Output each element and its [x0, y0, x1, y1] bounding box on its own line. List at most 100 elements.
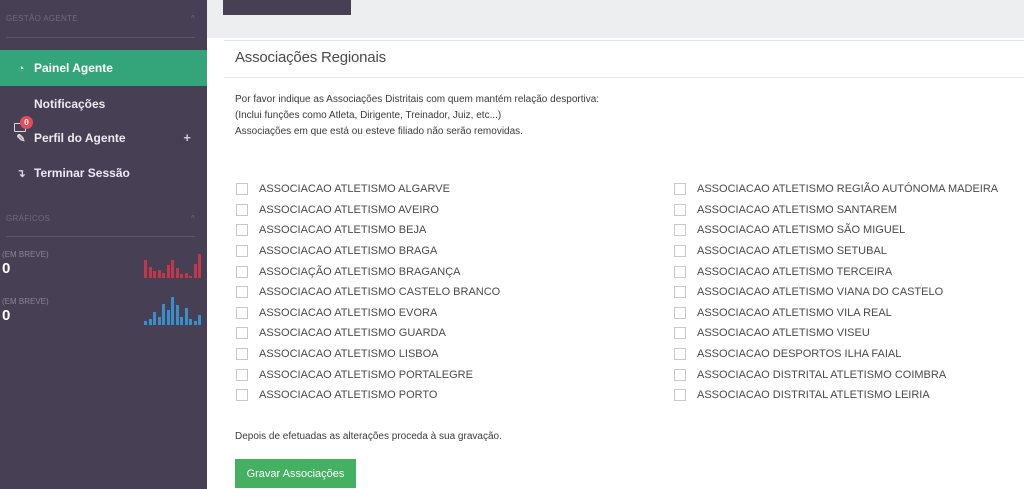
association-label[interactable]: ASSOCIACAO ATLETISMO GUARDA [259, 327, 446, 339]
association-option[interactable]: ASSOCIACAO ATLETISMO ALGARVE [236, 179, 500, 200]
association-label[interactable]: ASSOCIACAO ATLETISMO TERCEIRA [697, 266, 892, 278]
sparkline-bar [166, 310, 170, 325]
association-label[interactable]: ASSOCIACAO ATLETISMO VIANA DO CASTELO [697, 286, 943, 298]
sidebar-item-terminar-sessao[interactable]: ↴ Terminar Sessão [0, 155, 207, 191]
association-option[interactable]: ASSOCIACAO ATLETISMO BRAGA [236, 241, 500, 262]
sidebar-item-perfil-agente[interactable]: ✎ Perfil do Agente + [0, 120, 207, 156]
association-option[interactable]: ASSOCIACAO ATLETISMO BEJA [236, 220, 500, 241]
stat-label: (EM BREVE) [2, 250, 49, 259]
sparkline-blue [144, 297, 201, 325]
association-option[interactable]: ASSOCIACAO ATLETISMO PORTALEGRE [236, 364, 500, 385]
association-label[interactable]: ASSOCIACAO DISTRITAL ATLETISMO LEIRIA [697, 389, 930, 401]
association-option[interactable]: ASSOCIACAO ATLETISMO SÃO MIGUEL [674, 220, 998, 241]
association-checkbox[interactable] [674, 224, 686, 237]
association-label[interactable]: ASSOCIACAO ATLETISMO AVEIRO [259, 204, 439, 216]
association-checkbox[interactable] [236, 327, 248, 340]
association-checkbox[interactable] [674, 245, 686, 258]
association-option[interactable]: ASSOCIACAO ATLETISMO SETUBAL [674, 241, 998, 262]
association-option[interactable]: ASSOCIACAO ATLETISMO LISBOA [236, 344, 500, 365]
sidebar-item-label: Notificações [34, 97, 106, 111]
association-option[interactable]: ASSOCIACAO ATLETISMO VIANA DO CASTELO [674, 282, 998, 303]
association-checkbox[interactable] [674, 327, 686, 340]
sparkline-bar [180, 317, 183, 325]
association-label[interactable]: ASSOCIACAO ATLETISMO SÃO MIGUEL [697, 224, 905, 236]
sidebar-item-painel-agente[interactable]: ◔ Painel Agente [0, 50, 207, 86]
association-checkbox[interactable] [236, 389, 248, 402]
associations-right-column: ASSOCIACAO ATLETISMO REGIÃO AUTÓNOMA MAD… [674, 179, 998, 406]
section-title-agent-label: GESTÃO AGENTE [6, 14, 78, 23]
association-option[interactable]: ASSOCIACAO ATLETISMO VISEU [674, 323, 998, 344]
sparkline-red [144, 254, 201, 278]
association-checkbox[interactable] [674, 389, 686, 402]
association-label[interactable]: ASSOCIACAO ATLETISMO SANTAREM [697, 204, 897, 216]
association-checkbox[interactable] [236, 265, 248, 278]
association-label[interactable]: ASSOCIACAO ATLETISMO PORTO [259, 389, 438, 401]
association-checkbox[interactable] [236, 245, 248, 258]
intro-text: Por favor indique as Associações Distrit… [235, 92, 599, 140]
association-label[interactable]: ASSOCIACAO ATLETISMO VISEU [697, 327, 870, 339]
divider [224, 77, 1024, 78]
association-label[interactable]: ASSOCIACAO DISTRITAL ATLETISMO COIMBRA [697, 369, 946, 381]
association-checkbox[interactable] [236, 306, 248, 319]
association-option[interactable]: ASSOCIACAO DISTRITAL ATLETISMO LEIRIA [674, 385, 998, 406]
panel-title: Associações Regionais [235, 49, 386, 66]
association-option[interactable]: ASSOCIACAO DESPORTOS ILHA FAIAL [674, 344, 998, 365]
sparkline-bar [175, 305, 179, 325]
section-title-agent[interactable]: GESTÃO AGENTE ^ [0, 8, 207, 30]
association-label[interactable]: ASSOCIACAO DESPORTOS ILHA FAIAL [697, 348, 901, 360]
association-checkbox[interactable] [236, 368, 248, 381]
association-label[interactable]: ASSOCIACAO ATLETISMO PORTALEGRE [259, 369, 473, 381]
chevron-up-icon[interactable]: ^ [191, 208, 195, 230]
association-label[interactable]: ASSOCIACAO ATLETISMO REGIÃO AUTÓNOMA MAD… [697, 183, 998, 195]
association-checkbox[interactable] [674, 183, 686, 196]
association-label[interactable]: ASSOCIACAO ATLETISMO VILA REAL [697, 307, 892, 319]
association-option[interactable]: ASSOCIACAO ATLETISMO PORTO [236, 385, 500, 406]
association-label[interactable]: ASSOCIACAO ATLETISMO EVORA [259, 307, 437, 319]
association-checkbox[interactable] [236, 286, 248, 299]
association-label[interactable]: ASSOCIACAO ATLETISMO BEJA [259, 224, 426, 236]
sparkline-bar [189, 276, 192, 278]
sparkline-bar [193, 264, 197, 278]
association-option[interactable]: ASSOCIACAO ATLETISMO GUARDA [236, 323, 500, 344]
association-option[interactable]: ASSOCIACAO ATLETISMO REGIÃO AUTÓNOMA MAD… [674, 179, 998, 200]
association-label[interactable]: ASSOCIAÇÃO ATLETISMO BRAGANÇA [259, 266, 461, 278]
sparkline-bar [198, 315, 201, 325]
association-checkbox[interactable] [236, 183, 248, 196]
association-label[interactable]: ASSOCIACAO ATLETISMO SETUBAL [697, 245, 887, 257]
sparkline-bar [198, 254, 201, 278]
association-option[interactable]: ASSOCIACAO ATLETISMO TERCEIRA [674, 261, 998, 282]
association-checkbox[interactable] [674, 368, 686, 381]
association-checkbox[interactable] [236, 203, 248, 216]
association-label[interactable]: ASSOCIACAO ATLETISMO ALGARVE [259, 183, 450, 195]
association-checkbox[interactable] [674, 203, 686, 216]
association-label[interactable]: ASSOCIACAO ATLETISMO LISBOA [259, 348, 439, 360]
association-option[interactable]: ASSOCIACAO ATLETISMO EVORA [236, 303, 500, 324]
association-option[interactable]: ASSOCIACAO ATLETISMO CASTELO BRANCO [236, 282, 500, 303]
association-option[interactable]: ASSOCIACAO ATLETISMO SANTAREM [674, 200, 998, 221]
association-checkbox[interactable] [674, 286, 686, 299]
association-checkbox[interactable] [674, 265, 686, 278]
association-option[interactable]: ASSOCIACAO ATLETISMO AVEIRO [236, 200, 500, 221]
stat-value: 0 [2, 260, 11, 277]
association-label[interactable]: ASSOCIACAO ATLETISMO BRAGA [259, 245, 437, 257]
top-tab [223, 0, 351, 15]
sidebar-item-notificacoes[interactable]: 0 Notificações [0, 86, 207, 132]
footer-note: Depois de efetuadas as alterações proced… [235, 431, 502, 442]
association-checkbox[interactable] [236, 348, 248, 361]
association-checkbox[interactable] [674, 348, 686, 361]
association-label[interactable]: ASSOCIACAO ATLETISMO CASTELO BRANCO [259, 286, 500, 298]
association-option[interactable]: ASSOCIACAO DISTRITAL ATLETISMO COIMBRA [674, 364, 998, 385]
association-option[interactable]: ASSOCIACAO ATLETISMO VILA REAL [674, 303, 998, 324]
plus-icon: + [183, 130, 191, 145]
sparkline-bar [171, 297, 174, 325]
sparkline-bar [180, 274, 183, 278]
divider [6, 37, 195, 38]
chevron-up-icon[interactable]: ^ [191, 8, 195, 30]
association-checkbox[interactable] [674, 306, 686, 319]
association-checkbox[interactable] [236, 224, 248, 237]
section-title-charts[interactable]: GRÁFICOS ^ [0, 208, 207, 230]
association-option[interactable]: ASSOCIAÇÃO ATLETISMO BRAGANÇA [236, 261, 500, 282]
intro-line: Por favor indique as Associações Distrit… [235, 94, 600, 105]
save-associations-button[interactable]: Gravar Associações [235, 459, 356, 488]
sparkline-bar [153, 271, 156, 278]
